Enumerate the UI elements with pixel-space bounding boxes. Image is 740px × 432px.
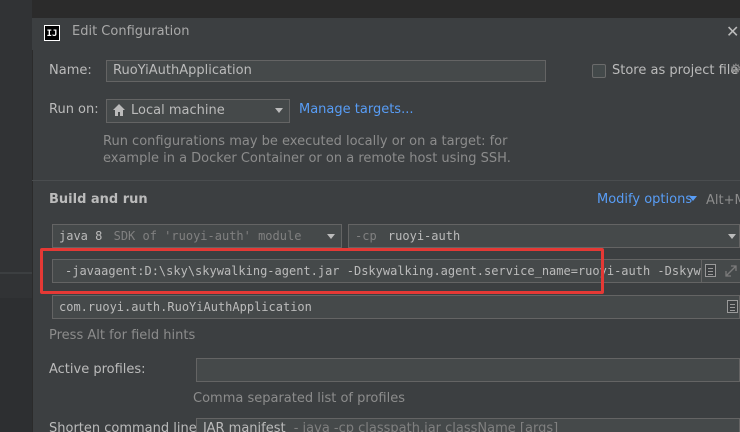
run-on-label: Run on:	[49, 102, 99, 117]
main-class-field[interactable]: com.ruoyi.auth.RuoYiAuthApplication	[52, 295, 740, 319]
cp-prefix: -cp	[355, 229, 377, 243]
run-on-hint-line2: example in a Docker Container or on a re…	[103, 151, 511, 166]
expand-icon[interactable]	[724, 264, 738, 278]
classpath-combobox[interactable]: -cp ruoyi-auth	[348, 224, 740, 248]
shorten-value: JAR manifest	[203, 421, 286, 432]
chevron-down-icon[interactable]	[275, 108, 283, 113]
dialog-title: Edit Configuration	[72, 24, 190, 39]
shorten-command-line-combobox[interactable]: JAR manifest - java -cp classpath.jar cl…	[196, 418, 740, 432]
modify-options-link[interactable]: Modify options	[597, 192, 692, 207]
store-as-project-file-checkbox[interactable]	[592, 64, 606, 78]
run-on-value: Local machine	[131, 103, 225, 118]
gear-icon[interactable]: ⚙	[730, 62, 740, 77]
shorten-detail: - java -cp classpath.jar className [args…	[293, 421, 559, 432]
ide-background-divider	[0, 272, 32, 274]
home-icon	[112, 103, 126, 117]
vm-options-field[interactable]: -javaagent:D:\sky\skywalking-agent.jar -…	[52, 259, 702, 283]
jdk-hint: SDK of 'ruoyi-auth' module	[113, 229, 302, 243]
build-and-run-title: Build and run	[49, 192, 148, 207]
ide-background-lower	[0, 298, 32, 432]
run-on-hint-line1: Run configurations may be executed local…	[103, 134, 508, 149]
cp-value: ruoyi-auth	[387, 229, 461, 243]
active-profiles-field[interactable]	[196, 358, 740, 382]
jdk-value: java 8	[59, 229, 103, 243]
store-as-project-file-label: Store as project file	[612, 63, 739, 78]
name-field[interactable]: RuoYiAuthApplication	[106, 60, 546, 82]
active-profiles-hint: Comma separated list of profiles	[193, 391, 405, 406]
name-label: Name:	[49, 63, 92, 78]
section-divider	[32, 180, 740, 181]
shorten-command-line-label: Shorten command line:	[49, 421, 202, 432]
manage-targets-link[interactable]: Manage targets...	[299, 102, 413, 117]
field-hints-text: Press Alt for field hints	[49, 328, 196, 343]
modify-options-shortcut: Alt+M	[706, 193, 740, 208]
jdk-combobox[interactable]: java 8 SDK of 'ruoyi-auth' module	[52, 224, 342, 248]
chevron-down-icon[interactable]	[689, 196, 697, 201]
document-icon[interactable]	[705, 264, 716, 277]
active-profiles-label: Active profiles:	[49, 362, 146, 377]
intellij-logo-icon: IJ	[44, 25, 60, 41]
chevron-down-icon[interactable]	[728, 234, 736, 239]
chevron-down-icon[interactable]	[327, 234, 335, 239]
close-icon[interactable]: ✕	[726, 22, 739, 41]
run-on-combobox[interactable]: Local machine	[106, 99, 290, 123]
document-icon[interactable]	[727, 300, 738, 313]
